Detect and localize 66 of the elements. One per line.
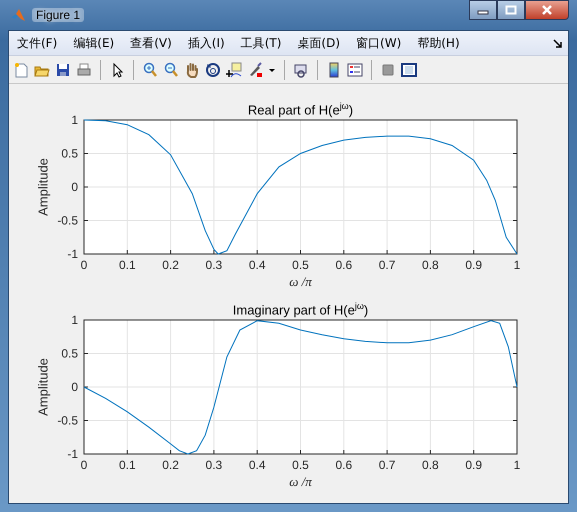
- axis-label: Amplitude: [36, 158, 50, 216]
- tick-label: 0: [71, 180, 78, 194]
- tick-label: 0.5: [61, 346, 78, 360]
- tick-label: 0.4: [248, 258, 266, 272]
- brush-icon[interactable]: [247, 62, 263, 78]
- tick-label: 1: [71, 113, 78, 127]
- chart-title: Real part of H(e$^{jω}$): [246, 100, 354, 118]
- new-file-icon[interactable]: [13, 62, 29, 78]
- axis-label: ω /π: [288, 274, 313, 290]
- tick-label: 0.7: [378, 258, 396, 272]
- tick-label: 0.4: [248, 458, 266, 472]
- menu-item[interactable]: 桌面(D): [297, 34, 340, 52]
- menu-item[interactable]: 查看(V): [130, 34, 172, 52]
- square-icon[interactable]: [380, 62, 396, 78]
- tick-label: 1: [514, 258, 520, 272]
- axis-label: ω /π: [288, 474, 313, 490]
- tick-label: 1: [71, 313, 78, 327]
- zoom-in-icon[interactable]: [142, 62, 158, 78]
- tick-label: 0.2: [162, 458, 179, 472]
- dock-arrow-icon[interactable]: [553, 38, 562, 48]
- menu-item[interactable]: 文件(F): [17, 34, 58, 52]
- tick-label: 0.6: [335, 458, 352, 472]
- close-button[interactable]: [525, 0, 569, 20]
- tick-label: -1: [67, 247, 78, 261]
- linked-plot-icon[interactable]: [293, 62, 309, 78]
- tick-label: 0.2: [162, 258, 179, 272]
- chart-title: Imaginary part of H(e$^{jω}$): [232, 300, 370, 318]
- axis-label: Amplitude: [36, 358, 50, 416]
- menu-item[interactable]: 帮助(H): [417, 34, 460, 52]
- hand-icon[interactable]: [184, 62, 200, 78]
- menu-item[interactable]: 工具(T): [240, 34, 282, 52]
- tick-label: 0.6: [335, 258, 352, 272]
- window-frame-icon[interactable]: [401, 62, 417, 78]
- data-cursor-icon[interactable]: [226, 62, 242, 78]
- maximize-icon: [505, 5, 517, 15]
- menu-item[interactable]: 窗口(W): [356, 34, 402, 52]
- zoom-out-icon[interactable]: [163, 62, 179, 78]
- matlab-logo-icon: [10, 7, 26, 23]
- tick-label: 0.3: [206, 458, 222, 472]
- tick-label: 1: [514, 458, 520, 472]
- menu-item[interactable]: 编辑(E): [73, 34, 114, 52]
- maximize-button[interactable]: [497, 0, 525, 20]
- tick-label: 0.5: [292, 458, 309, 472]
- minimize-button[interactable]: [469, 0, 497, 20]
- close-icon: [541, 5, 553, 15]
- printer-icon[interactable]: [76, 62, 92, 78]
- tick-label: -0.5: [57, 214, 78, 228]
- tick-label: 0.8: [422, 458, 439, 472]
- tick-label: 0.5: [292, 258, 309, 272]
- tick-label: 0.5: [61, 146, 78, 160]
- tick-label: 0.8: [422, 258, 439, 272]
- menu-item[interactable]: 插入(I): [188, 34, 225, 52]
- tick-label: 0.3: [206, 258, 222, 272]
- tick-label: 0: [71, 380, 78, 394]
- legend-icon[interactable]: [347, 62, 363, 78]
- tick-label: -1: [67, 447, 78, 461]
- save-icon[interactable]: [55, 62, 71, 78]
- tick-label: 0.9: [465, 258, 482, 272]
- tick-label: 0.1: [118, 458, 136, 472]
- rotate-icon[interactable]: [205, 62, 221, 78]
- tick-label: 0.1: [118, 258, 136, 272]
- tick-label: 0: [80, 258, 88, 272]
- tick-label: -0.5: [57, 414, 78, 428]
- tick-label: 0.9: [465, 458, 482, 472]
- tick-label: 0: [80, 458, 88, 472]
- tick-label: 0.7: [378, 458, 396, 472]
